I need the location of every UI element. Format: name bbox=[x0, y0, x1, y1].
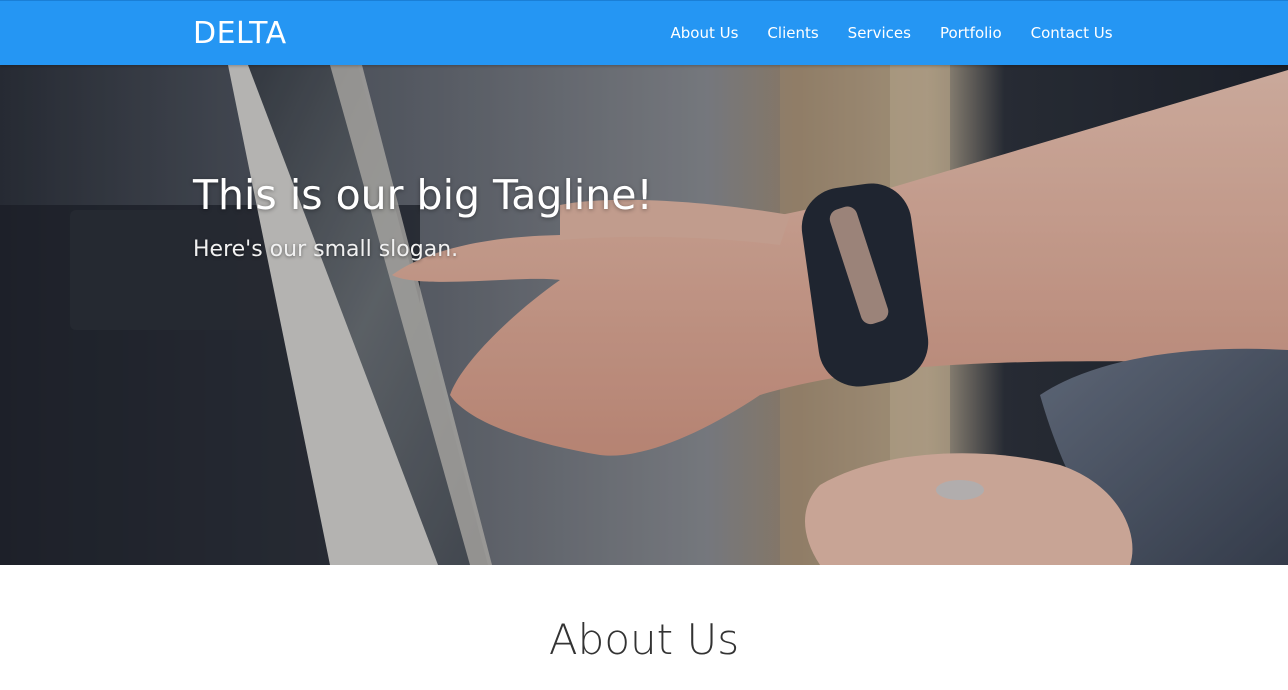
nav-item-contact: Contact Us bbox=[1016, 1, 1127, 66]
hero-slogan: Here's our small slogan. bbox=[193, 237, 459, 262]
hero-overlay bbox=[0, 65, 1288, 565]
about-section-title: About Us bbox=[548, 615, 740, 664]
nav-link-about-us[interactable]: About Us bbox=[656, 1, 753, 66]
nav-link-portfolio[interactable]: Portfolio bbox=[925, 1, 1016, 66]
nav-menu: About Us Clients Services Portfolio Cont… bbox=[656, 1, 1127, 66]
nav-link-services[interactable]: Services bbox=[833, 1, 925, 66]
nav-link-contact-us[interactable]: Contact Us bbox=[1016, 1, 1127, 66]
hero-tagline: This is our big Tagline! bbox=[193, 171, 653, 219]
hero-banner: This is our big Tagline! Here's our smal… bbox=[0, 65, 1288, 565]
nav-item-about: About Us bbox=[656, 1, 753, 66]
nav-item-portfolio: Portfolio bbox=[925, 1, 1016, 66]
nav-link-clients[interactable]: Clients bbox=[753, 1, 833, 66]
top-navbar: DELTA About Us Clients Services Portfoli… bbox=[0, 0, 1288, 65]
nav-item-services: Services bbox=[833, 1, 925, 66]
brand-logo[interactable]: DELTA bbox=[193, 15, 287, 53]
nav-item-clients: Clients bbox=[753, 1, 833, 66]
